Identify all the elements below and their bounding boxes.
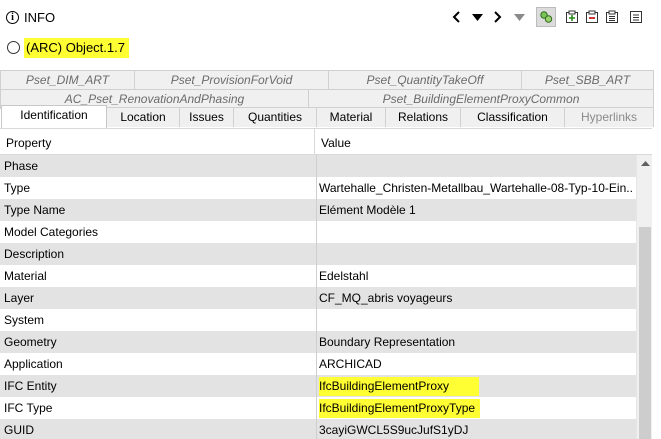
column-divider xyxy=(316,199,317,221)
object-label[interactable]: (ARC) Object.1.7 xyxy=(24,38,129,58)
table-row[interactable]: Description xyxy=(0,243,636,265)
tab-material[interactable]: Material xyxy=(316,107,386,127)
info-icon: i xyxy=(6,11,19,24)
value-cell xyxy=(319,309,634,331)
property-cell: Application xyxy=(4,357,63,371)
tab-pset-dim-art[interactable]: Pset_DIM_ART xyxy=(0,70,135,90)
property-cell: IFC Type xyxy=(4,401,53,415)
column-divider xyxy=(316,177,317,199)
table-row[interactable]: Application ARCHICAD xyxy=(0,353,636,375)
value-cell xyxy=(319,155,634,177)
property-cell: Material xyxy=(4,269,47,283)
highlighted-value: IfcBuildingElementProxy xyxy=(319,377,480,396)
property-cell: Layer xyxy=(4,291,35,305)
value-cell: Boundary Representation xyxy=(319,335,456,349)
add-icon[interactable] xyxy=(564,8,580,26)
value-cell: IfcBuildingElementProxyType xyxy=(319,397,634,419)
column-divider xyxy=(316,265,317,287)
column-divider xyxy=(316,309,317,331)
table-row[interactable]: GUID 3cayiGWCL5S9ucJufS1yDJ xyxy=(0,419,636,439)
tab-pset-building-element-proxy-common[interactable]: Pset_BuildingElementProxyCommon xyxy=(308,89,654,109)
menu-down-icon[interactable] xyxy=(470,8,484,26)
table-row[interactable]: Material Edelstahl xyxy=(0,265,636,287)
grid-header: Property Value xyxy=(0,129,652,155)
table-row[interactable]: IFC Entity IfcBuildingElementProxy xyxy=(0,375,636,397)
highlighted-value: IfcBuildingElementProxyType xyxy=(319,399,481,418)
table-row[interactable]: Model Categories xyxy=(0,221,636,243)
column-divider xyxy=(316,243,317,265)
tab-identification[interactable]: Identification xyxy=(1,105,107,128)
property-cell: Geometry xyxy=(4,335,57,349)
table-row[interactable]: Type Name Elément Modèle 1 xyxy=(0,199,636,221)
table-row[interactable]: System xyxy=(0,309,636,331)
value-cell: Edelstahl xyxy=(319,269,369,283)
value-cell xyxy=(319,243,634,265)
vertical-scrollbar[interactable] xyxy=(636,155,652,439)
info-panel-icon[interactable] xyxy=(628,8,644,26)
property-cell: System xyxy=(4,313,45,327)
tab-pset-sbb-art[interactable]: Pset_SBB_ART xyxy=(521,70,654,90)
property-cell: Phase xyxy=(4,159,39,173)
table-row[interactable]: IFC Type IfcBuildingElementProxyType xyxy=(0,397,636,419)
property-grid: Property Value Phase Type Wartehalle_Chr… xyxy=(0,128,652,439)
value-cell: 3cayiGWCL5S9ucJufS1yDJ xyxy=(319,423,469,437)
value-cell xyxy=(319,221,634,243)
column-divider xyxy=(316,419,317,439)
object-row: (ARC) Object.1.7 xyxy=(0,36,661,60)
value-cell: Elément Modèle 1 xyxy=(319,203,416,217)
tab-pset-quantity-take-off[interactable]: Pset_QuantityTakeOff xyxy=(328,70,522,90)
property-cell: Type Name xyxy=(4,203,66,217)
next-menu-icon[interactable] xyxy=(512,8,526,26)
prev-icon[interactable] xyxy=(449,8,463,26)
header-property[interactable]: Property xyxy=(0,129,314,155)
column-divider xyxy=(316,397,317,419)
column-divider xyxy=(316,331,317,353)
tab-relations[interactable]: Relations xyxy=(385,107,461,127)
remove-icon[interactable] xyxy=(584,8,600,26)
value-cell: IfcBuildingElementProxy xyxy=(319,375,634,397)
property-cell: IFC Entity xyxy=(4,379,57,393)
value-cell: ARCHICAD xyxy=(319,357,382,371)
value-cell: CF_MQ_abris voyageurs xyxy=(319,291,453,305)
scroll-up-icon[interactable] xyxy=(637,156,653,170)
tab-hyperlinks: Hyperlinks xyxy=(564,107,654,127)
table-row[interactable]: Type Wartehalle_Christen-Metallbau_Warte… xyxy=(0,177,636,199)
panel-title: INFO xyxy=(24,10,56,25)
tab-quantities[interactable]: Quantities xyxy=(233,107,317,127)
column-divider xyxy=(316,353,317,375)
tab-location[interactable]: Location xyxy=(106,107,180,127)
property-cell: Model Categories xyxy=(4,225,99,239)
value-cell: Wartehalle_Christen-Metallbau_Wartehalle… xyxy=(319,181,634,195)
title-bar: i INFO xyxy=(0,0,661,34)
tab-classification[interactable]: Classification xyxy=(460,107,565,127)
property-cell: Description xyxy=(4,247,65,261)
scrollbar-thumb[interactable] xyxy=(639,227,651,439)
column-divider xyxy=(316,287,317,309)
list-icon[interactable] xyxy=(604,8,620,26)
tab-issues[interactable]: Issues xyxy=(179,107,234,127)
object-radio[interactable] xyxy=(7,41,20,54)
column-divider xyxy=(316,221,317,243)
tab-pset-provision-for-void[interactable]: Pset_ProvisionForVoid xyxy=(134,70,329,90)
next-icon[interactable] xyxy=(491,8,505,26)
property-cell: Type xyxy=(4,181,31,195)
filter-icon[interactable] xyxy=(536,7,556,27)
column-divider xyxy=(316,155,317,177)
table-row[interactable]: Layer CF_MQ_abris voyageurs xyxy=(0,287,636,309)
table-row[interactable]: Phase xyxy=(0,155,636,177)
property-cell: GUID xyxy=(4,423,34,437)
column-divider xyxy=(316,375,317,397)
header-value[interactable]: Value xyxy=(315,129,635,155)
table-row[interactable]: Geometry Boundary Representation xyxy=(0,331,636,353)
